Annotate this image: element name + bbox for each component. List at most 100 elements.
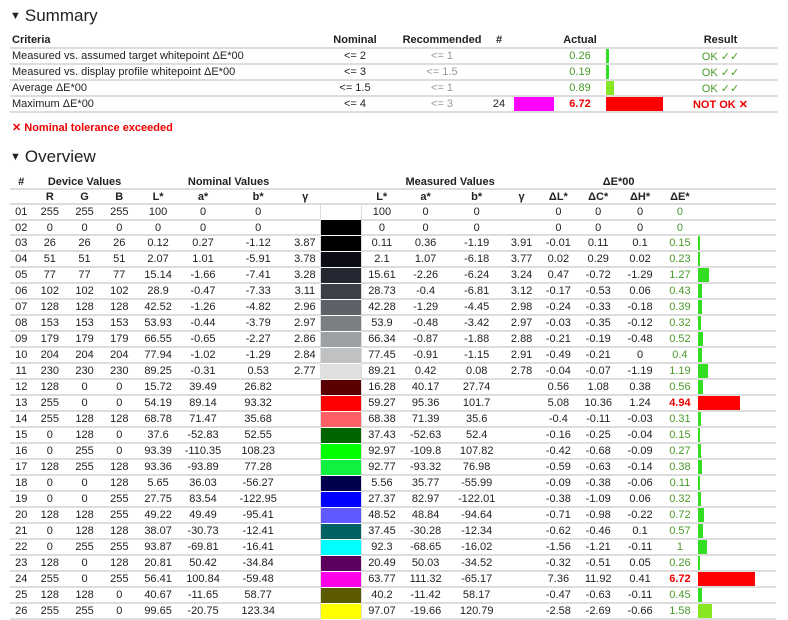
delta-h-cell: 0.1 (618, 523, 662, 540)
g-cell: 255 (67, 204, 102, 221)
nominal-l-cell: 0.12 (136, 235, 180, 252)
nominal-a-cell: -52.83 (179, 427, 227, 444)
swatch-fill (320, 587, 361, 603)
nominal-b-cell: -3.79 (226, 315, 290, 332)
measured-a-cell: 71.39 (402, 411, 450, 428)
delta-e-cell: 0.11 (661, 475, 699, 492)
color-swatch (319, 491, 362, 507)
b-cell: 0 (101, 220, 137, 236)
delta-e-bar-cell (698, 379, 776, 396)
col-result: Result (663, 32, 778, 49)
nominal-cell: <= 2 (310, 48, 400, 65)
delta-h-cell: -0.03 (618, 411, 662, 428)
delta-h-cell: -0.48 (618, 331, 662, 348)
measured-gamma-cell (504, 395, 539, 412)
delta-e-bar-cell (698, 571, 776, 588)
col-recommended: Recommended (400, 32, 484, 49)
r-cell: 51 (32, 251, 68, 268)
nominal-cell: <= 1.5 (310, 80, 400, 97)
delta-e-cell: 0.23 (661, 251, 699, 268)
delta-e-bar-cell (698, 459, 776, 476)
swatch-fill (320, 555, 361, 571)
swatch-fill (320, 331, 361, 347)
nominal-l-cell: 15.72 (136, 379, 180, 396)
swatch-fill (320, 235, 361, 251)
measured-a-cell: 40.17 (402, 379, 450, 396)
measured-b-cell: -6.18 (449, 251, 505, 268)
nominal-a-cell: 1.01 (179, 251, 227, 268)
nominal-a-cell: -11.65 (179, 587, 227, 604)
delta-e-bar (698, 300, 702, 314)
delta-e-bar (698, 396, 741, 410)
swatch-fill (320, 205, 361, 220)
measured-l-cell: 66.34 (361, 331, 403, 348)
measured-gamma-cell: 2.88 (504, 331, 539, 348)
measured-b-cell: -4.45 (449, 299, 505, 316)
table-row: 16 0 255 0 93.39 -110.35 108.23 92.97 -109.8 107.… (10, 443, 776, 460)
color-swatch (319, 523, 362, 539)
table-row: 19 0 0 255 27.75 83.54 -122.95 27.37 82.97 -122.0… (10, 491, 776, 508)
b-cell: 128 (101, 299, 137, 316)
measured-b-cell: 27.74 (449, 379, 505, 396)
collapse-triangle-icon[interactable]: ▼ (10, 151, 21, 163)
summary-row: Measured vs. assumed target whitepoint Δ… (10, 48, 778, 65)
group-measured-values: Measured Values (361, 175, 539, 190)
summary-heading[interactable]: ▼ Summary (10, 6, 98, 26)
col-delta-c: ΔC* (577, 189, 619, 205)
delta-e-bar-cell (698, 427, 776, 444)
measured-gamma-cell: 2.98 (504, 299, 539, 316)
g-cell: 128 (67, 299, 102, 316)
table-row: 09 179 179 179 66.55 -0.65 -2.27 2.86 66.34 -0.87… (10, 331, 776, 348)
collapse-triangle-icon[interactable]: ▼ (10, 10, 21, 22)
nominal-l-cell: 100 (136, 204, 180, 221)
measured-a-cell: 0 (402, 220, 450, 236)
g-cell: 179 (67, 331, 102, 348)
delta-e-bar-cell (698, 523, 776, 540)
measured-l-cell: 5.56 (361, 475, 403, 492)
swatch-cell (514, 48, 554, 65)
b-cell: 51 (101, 251, 137, 268)
nominal-gamma-cell (289, 555, 321, 572)
measured-b-cell: -122.01 (449, 491, 505, 508)
nominal-a-cell: -0.44 (179, 315, 227, 332)
delta-e-bar-cell (698, 204, 776, 221)
measured-b-cell: 120.79 (449, 603, 505, 620)
delta-e-bar (698, 444, 701, 458)
table-row: 01 255 255 255 100 0 0 100 0 0 0 0 0 0 (10, 204, 776, 221)
col-num-blank (10, 189, 33, 205)
swatch-fill (320, 507, 361, 523)
b-cell: 255 (101, 491, 137, 508)
r-cell: 0 (32, 491, 68, 508)
b-cell: 255 (101, 539, 137, 556)
measured-b-cell: 0 (449, 220, 505, 236)
col-b: B (101, 189, 137, 205)
nominal-gamma-cell: 3.87 (289, 235, 321, 252)
col-actual: Actual (554, 32, 606, 49)
b-cell: 0 (101, 379, 137, 396)
measured-gamma-cell (504, 491, 539, 508)
num-cell: 26 (10, 603, 33, 620)
delta-c-cell: 0.29 (577, 251, 619, 268)
r-cell: 102 (32, 283, 68, 300)
nominal-b-cell: 77.28 (226, 459, 290, 476)
measured-l-cell: 48.52 (361, 507, 403, 524)
r-cell: 0 (32, 427, 68, 444)
overview-heading[interactable]: ▼ Overview (10, 147, 96, 167)
measured-b-cell: -1.15 (449, 347, 505, 364)
delta-l-cell: -0.59 (538, 459, 578, 476)
col-measured-b: b* (449, 189, 505, 205)
nominal-a-cell: 49.49 (179, 507, 227, 524)
nominal-b-cell: 26.82 (226, 379, 290, 396)
col-measured-gamma: γ (504, 189, 539, 205)
result-cell: OK ✓✓ (663, 80, 778, 97)
table-row: 14 255 128 128 68.78 71.47 35.68 68.38 71.39 35.6… (10, 411, 776, 428)
delta-e-bar-cell (698, 235, 776, 252)
actual-bar (606, 97, 663, 111)
measured-a-cell: -93.32 (402, 459, 450, 476)
measured-l-cell: 42.28 (361, 299, 403, 316)
nominal-b-cell: -7.41 (226, 267, 290, 284)
delta-l-cell: -2.58 (538, 603, 578, 620)
nominal-a-cell: 89.14 (179, 395, 227, 412)
nominal-gamma-cell: 3.11 (289, 283, 321, 300)
nominal-a-cell: 50.42 (179, 555, 227, 572)
